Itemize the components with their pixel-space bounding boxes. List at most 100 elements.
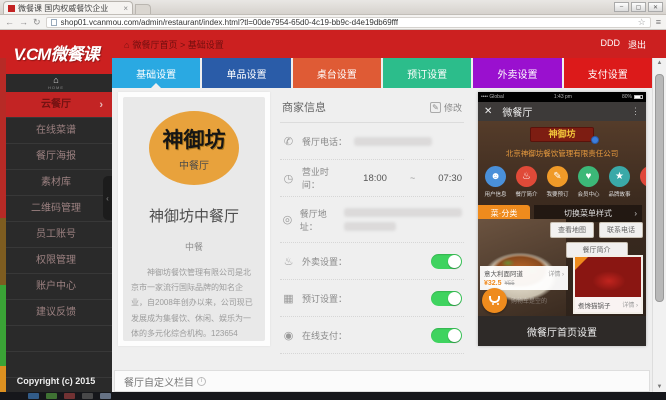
custom-columns-section[interactable]: 餐厅自定义栏目 i [114, 370, 650, 392]
quick-icon-row: ☻ 用户信息 ♨ 餐厅简介 ✎ 我要预订 [478, 159, 646, 198]
tab-close-icon[interactable]: × [123, 4, 128, 13]
tab-takeout-settings[interactable]: 外卖设置 [473, 58, 561, 88]
sidebar-item-feedback[interactable]: 建议反馈 [0, 300, 112, 326]
calendar-icon: ▦ [282, 292, 295, 305]
quick-icon-label: 我要预订 [546, 190, 568, 198]
tab-booking-settings[interactable]: 预订设置 [383, 58, 471, 88]
address-input[interactable]: shop01.vcanmou.com/admin/restaurant/inde… [46, 17, 651, 28]
switch-menu-label: 切换菜单样式 [564, 208, 612, 219]
time-separator: ~ [410, 173, 415, 183]
site-favicon-icon [8, 5, 15, 12]
restaurant-category: 中餐 [185, 240, 203, 253]
tab-payment-settings[interactable]: 支付设置 [564, 58, 652, 88]
taskbar-icon[interactable] [46, 393, 57, 399]
quick-icon-brand-story[interactable]: ★ 品牌故事 [604, 166, 635, 198]
back-icon[interactable]: ← [5, 18, 14, 27]
quick-icon-booking[interactable]: ✎ 我要预订 [542, 166, 573, 198]
tab-basic-settings[interactable]: 基础设置 [112, 58, 200, 88]
banner-logo-text: 神御坊 [548, 129, 575, 139]
view-map-button[interactable]: 查看地图 [550, 222, 594, 238]
restaurant-icon: ♨ [516, 166, 537, 187]
cart-button[interactable] [482, 288, 507, 313]
delivery-toggle[interactable] [431, 254, 462, 269]
sidebar-item-label: 账户中心 [36, 281, 76, 292]
sidebar-item-staff-accounts[interactable]: 员工账号 [0, 222, 112, 248]
tab-label: 外卖设置 [497, 66, 537, 81]
restaurant-card: 神御坊 中餐厅 神御坊中餐厅 中餐 神御坊餐饮管理有限公司是北京市一家流行国际品… [118, 92, 270, 346]
booking-toggle[interactable] [431, 291, 462, 306]
payment-toggle[interactable] [431, 328, 462, 343]
forward-icon[interactable]: → [19, 18, 28, 27]
company-name: 北京神御坊餐饮管理有限责任公司 [478, 148, 646, 159]
battery-icon [634, 95, 643, 99]
tab-item-settings[interactable]: 单品设置 [202, 58, 290, 88]
scroll-up-icon[interactable]: ▲ [653, 60, 666, 66]
pencil-icon: ✎ [430, 102, 441, 113]
dish-card-pasta-caption[interactable]: 意大利面阿道 详情 › ¥32.5¥55 [480, 266, 568, 290]
sidebar-item-material-library[interactable]: 素材库 [0, 170, 112, 196]
address-label: 餐厅地址： [300, 207, 337, 233]
home-icon: ⌂ [53, 76, 58, 85]
restaurant-logo-subtext: 中餐厅 [179, 157, 209, 172]
delivery-label: 外卖设置： [302, 255, 347, 268]
restaurant-description: 神御坊餐饮管理有限公司是北京市一家流行国际品牌的知名企业，自2008年创办以来，… [131, 265, 257, 341]
sidebar-item-restaurant-poster[interactable]: 餐厅海报 [0, 144, 112, 170]
sidebar-home-button[interactable]: ⌂ HOME [0, 74, 112, 92]
browser-tab[interactable]: 微餐课 国内权威餐饮企业 × [3, 1, 133, 14]
phone-icon: ✆ [282, 135, 295, 148]
logout-link[interactable]: 退出 [628, 38, 646, 51]
taskbar-icon[interactable] [28, 393, 39, 399]
username: DDD [600, 38, 620, 51]
sidebar-item-permissions[interactable]: 权限管理 [0, 248, 112, 274]
dish-detail-link[interactable]: 详情 › [548, 269, 564, 278]
sidebar: ⌂ HOME 云餐厅 › 在线菜谱 餐厅海报 素材库 二维码管理 员工账号 权限… [0, 58, 112, 392]
tab-table-settings[interactable]: 桌台设置 [293, 58, 381, 88]
dish-detail-link[interactable]: 详情 › [622, 300, 638, 309]
tab-label: 预订设置 [407, 66, 447, 81]
address-line-redacted [344, 208, 462, 217]
edit-button[interactable]: ✎ 修改 [430, 101, 462, 114]
address-value-redacted [344, 208, 462, 231]
taskbar-icon[interactable] [64, 393, 75, 399]
close-icon[interactable]: ✕ [484, 106, 492, 117]
new-tab-button[interactable] [135, 4, 151, 14]
sidebar-item-label: 在线菜谱 [36, 125, 76, 136]
close-window-button[interactable]: ✕ [648, 2, 663, 12]
page-scrollbar[interactable]: ▲ ▼ [652, 58, 666, 392]
sidebar-item-qrcode-management[interactable]: 二维码管理 [0, 196, 112, 222]
sidebar-item-cloud-restaurant[interactable]: 云餐厅 › [0, 92, 112, 118]
taskbar-icon[interactable] [100, 393, 111, 399]
call-phone-button[interactable]: 联系电话 [599, 222, 643, 238]
hours-row: ◷ 营业时间： 18:00 ~ 07:30 [280, 160, 464, 197]
strip-segment [0, 58, 6, 218]
scroll-down-icon[interactable]: ▼ [653, 384, 666, 390]
desktop-edge-strip [0, 58, 6, 392]
sidebar-item-account-center[interactable]: 账户中心 [0, 274, 112, 300]
taskbar-icon[interactable] [82, 393, 93, 399]
quick-icon-more[interactable]: ✚ [635, 166, 646, 198]
quick-icon-restaurant-intro[interactable]: ♨ 餐厅简介 [511, 166, 542, 198]
quick-icon-member-center[interactable]: ♥ 会员中心 [573, 166, 604, 198]
kebab-menu-icon[interactable]: ⋮ [631, 106, 640, 117]
quick-icon-label: 餐厅简介 [515, 190, 537, 198]
payment-icon: ◉ [282, 329, 295, 342]
user-icon: ☻ [485, 166, 506, 187]
sidebar-collapse-handle[interactable]: ‹ [103, 176, 112, 220]
brand-logo[interactable]: V.CM微餐课 [0, 30, 112, 74]
hot-sale-tag-icon [575, 257, 588, 270]
dish-card-hotpot[interactable]: 煮馋猫锅子 详情 › [573, 255, 643, 314]
sidebar-item-online-menu[interactable]: 在线菜谱 [0, 118, 112, 144]
phone-preview: •••• Global 1:43 pm 80% ✕ 微餐厅 ⋮ [478, 92, 646, 346]
member-icon: ♥ [578, 166, 599, 187]
quick-icon-label: 用户信息 [484, 190, 506, 198]
bookmark-star-icon[interactable]: ☆ [638, 17, 646, 28]
phone-body: 神御坊 北京神御坊餐饮管理有限责任公司 ☻ 用户信息 ♨ 餐厅简介 [478, 121, 646, 346]
quick-icon-user-info[interactable]: ☻ 用户信息 [480, 166, 511, 198]
tab-label: 桌台设置 [317, 66, 357, 81]
maximize-button[interactable]: ▢ [631, 2, 646, 12]
minimize-button[interactable]: – [614, 2, 629, 12]
browser-menu-icon[interactable]: ≡ [656, 17, 661, 27]
scrollbar-thumb[interactable] [655, 74, 664, 302]
browser-url-bar: ← → ↻ shop01.vcanmou.com/admin/restauran… [0, 15, 666, 30]
refresh-icon[interactable]: ↻ [33, 18, 41, 27]
